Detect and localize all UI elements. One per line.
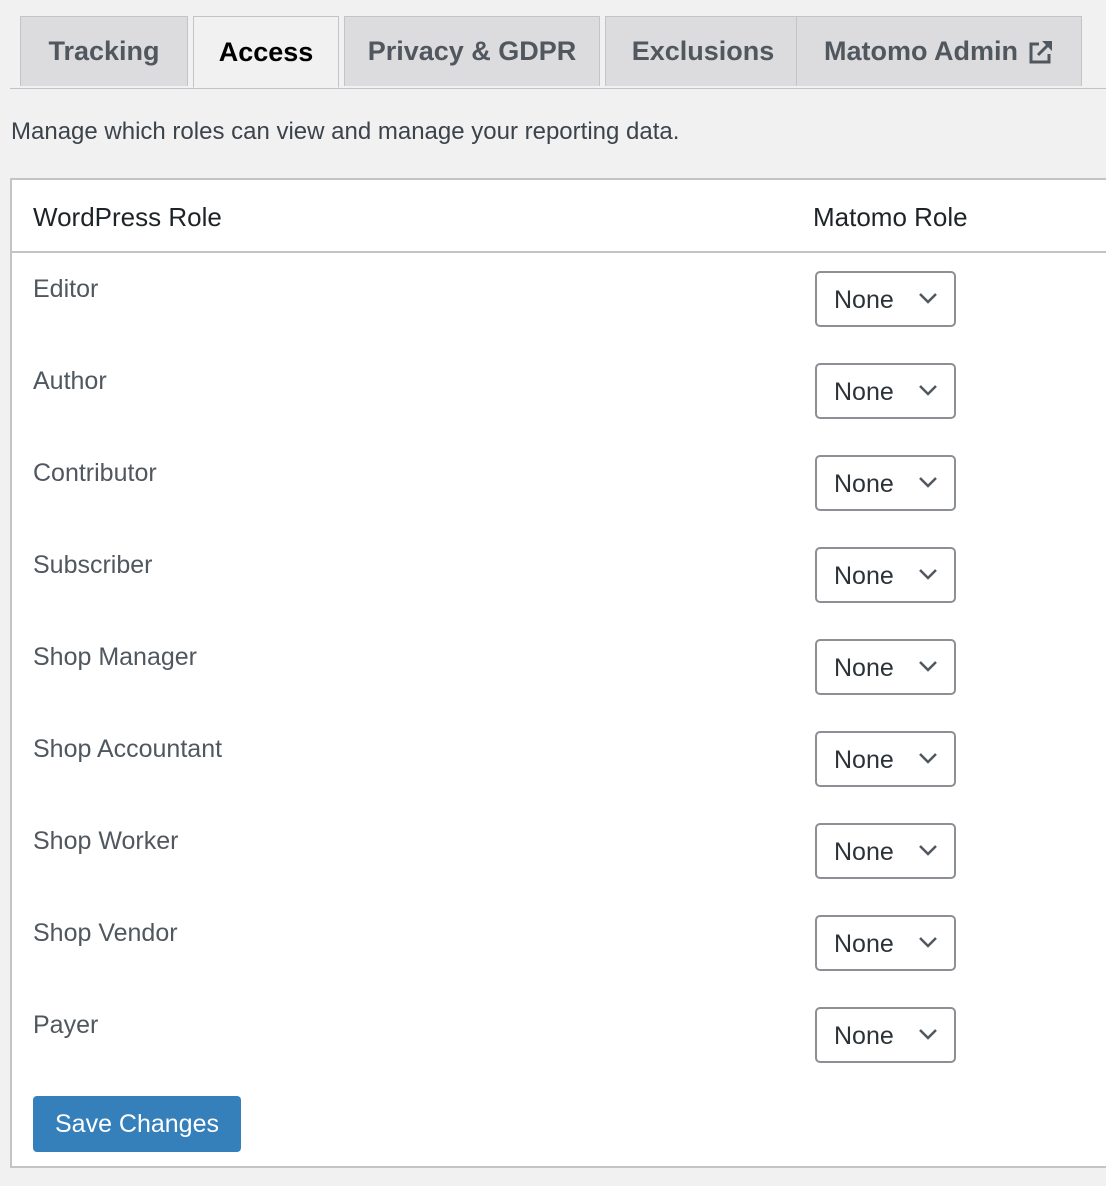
tab-matomo-admin[interactable]: Matomo Admin xyxy=(796,16,1082,86)
chevron-down-icon xyxy=(919,293,937,304)
matomo-role-select[interactable]: None xyxy=(815,271,956,327)
selected-value: None xyxy=(834,470,894,498)
chevron-down-icon xyxy=(919,661,937,672)
tab-label: Exclusions xyxy=(631,36,775,66)
tab-exclusions[interactable]: Exclusions xyxy=(605,16,801,86)
chevron-down-icon xyxy=(919,937,937,948)
header-matomo-role: Matomo Role xyxy=(813,202,968,232)
settings-tabs: Tracking Access Privacy & GDPR Exclusion… xyxy=(10,16,1106,89)
wordpress-role-label: Shop Vendor xyxy=(33,919,178,947)
table-row: Contributor None xyxy=(12,437,1106,529)
wordpress-role-label: Editor xyxy=(33,275,99,303)
chevron-down-icon xyxy=(919,385,937,396)
matomo-role-select[interactable]: None xyxy=(815,547,956,603)
selected-value: None xyxy=(834,746,894,774)
table-row: Shop Vendor None xyxy=(12,897,1106,989)
table-row: Subscriber None xyxy=(12,529,1106,621)
wordpress-role-label: Payer xyxy=(33,1011,99,1039)
header-wordpress-role: WordPress Role xyxy=(33,202,222,232)
table-row: Payer None xyxy=(12,989,1106,1081)
matomo-role-select[interactable]: None xyxy=(815,1007,956,1063)
tab-privacy-gdpr[interactable]: Privacy & GDPR xyxy=(344,16,600,86)
tab-label: Tracking xyxy=(48,36,160,66)
table-header: WordPress Role Matomo Role xyxy=(12,180,1106,253)
selected-value: None xyxy=(834,930,894,958)
chevron-down-icon xyxy=(919,569,937,580)
matomo-role-select[interactable]: None xyxy=(815,823,956,879)
chevron-down-icon xyxy=(919,1029,937,1040)
selected-value: None xyxy=(834,562,894,590)
matomo-role-select[interactable]: None xyxy=(815,731,956,787)
chevron-down-icon xyxy=(919,477,937,488)
wordpress-role-label: Shop Worker xyxy=(33,827,179,855)
table-row: Editor None xyxy=(12,253,1106,345)
tab-label: Matomo Admin xyxy=(824,36,1018,66)
chevron-down-icon xyxy=(919,845,937,856)
table-row: Shop Accountant None xyxy=(12,713,1106,805)
table-row: Shop Worker None xyxy=(12,805,1106,897)
save-changes-button[interactable]: Save Changes xyxy=(33,1096,241,1152)
tab-access[interactable]: Access xyxy=(193,16,339,88)
wordpress-role-label: Subscriber xyxy=(33,551,153,579)
wordpress-role-label: Shop Accountant xyxy=(33,735,223,763)
tab-label: Access xyxy=(218,36,314,67)
selected-value: None xyxy=(834,378,894,406)
table-row: Author None xyxy=(12,345,1106,437)
wordpress-role-label: Contributor xyxy=(33,459,157,487)
matomo-role-select[interactable]: None xyxy=(815,915,956,971)
wordpress-role-label: Shop Manager xyxy=(33,643,198,671)
chevron-down-icon xyxy=(919,753,937,764)
roles-table: WordPress Role Matomo Role Editor None Aut… xyxy=(10,178,1106,1168)
selected-value: None xyxy=(834,1022,894,1050)
external-link-icon xyxy=(1029,40,1052,63)
matomo-role-select[interactable]: None xyxy=(815,639,956,695)
wordpress-role-label: Author xyxy=(33,367,107,395)
page-description: Manage which roles can view and manage y… xyxy=(11,118,680,145)
selected-value: None xyxy=(834,286,894,314)
selected-value: None xyxy=(834,654,894,682)
matomo-role-select[interactable]: None xyxy=(815,363,956,419)
table-row: Shop Manager None xyxy=(12,621,1106,713)
selected-value: None xyxy=(834,838,894,866)
matomo-role-select[interactable]: None xyxy=(815,455,956,511)
tab-tracking[interactable]: Tracking xyxy=(20,16,188,86)
tab-label: Privacy & GDPR xyxy=(367,36,577,66)
